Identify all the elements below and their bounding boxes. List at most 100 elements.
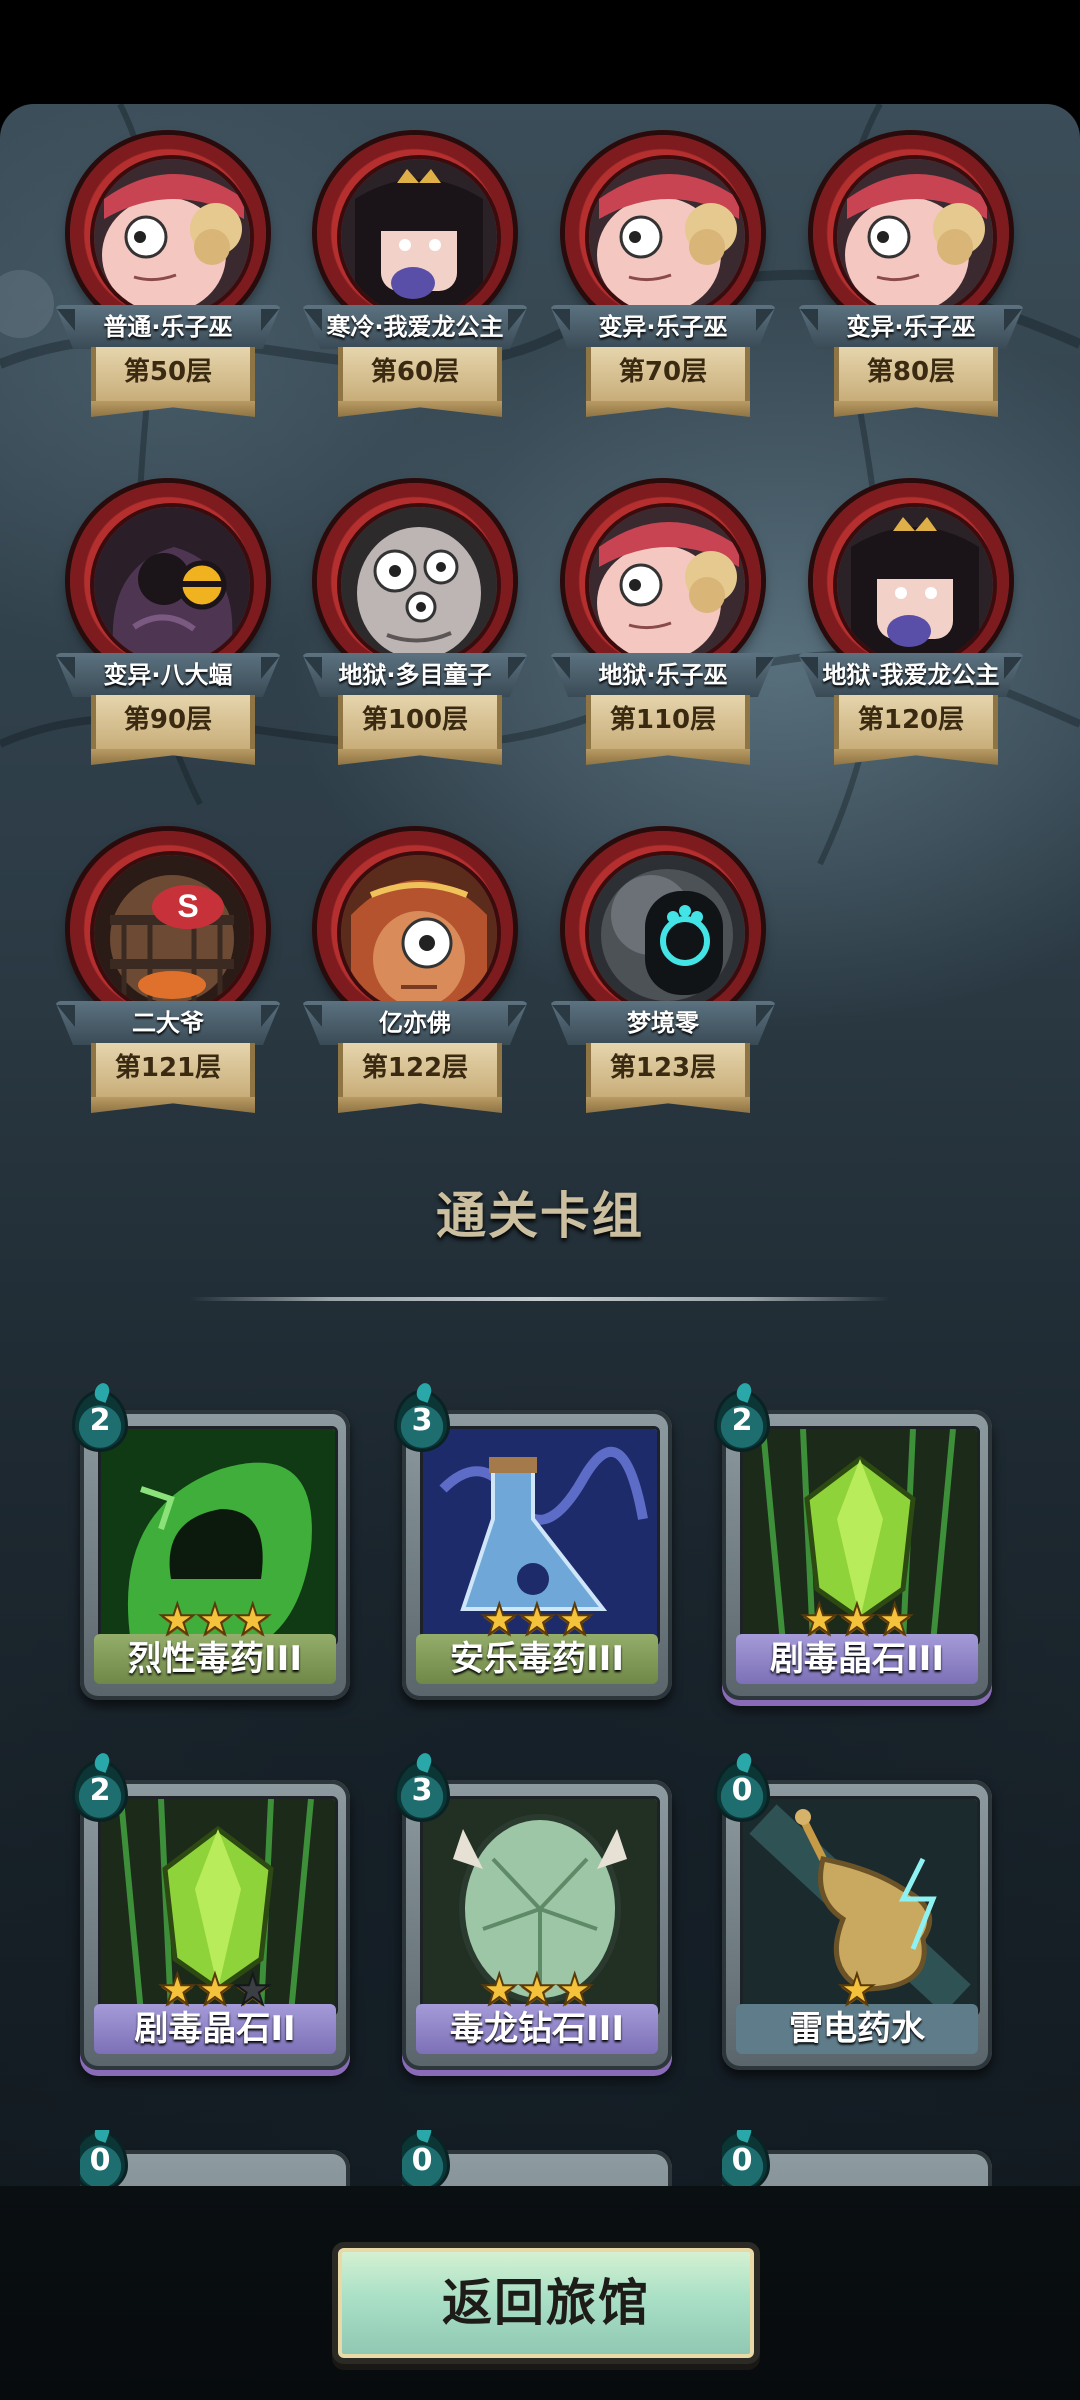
- boss-floor: 第123层: [609, 1053, 717, 1083]
- boss-medallion[interactable]: 地狱·我爱龙公主 第120层: [798, 473, 1028, 783]
- card-cost: 2: [731, 1403, 753, 1438]
- medallion-frame: [555, 125, 771, 341]
- return-to-inn-label: 返回旅馆: [442, 2274, 650, 2332]
- mana-cost-icon: 0: [402, 2130, 450, 2186]
- star-icon: ★: [195, 1965, 235, 2014]
- jester-witch-portrait: [585, 155, 749, 319]
- star-icon: ★: [837, 1595, 877, 1644]
- star-icon: ★: [517, 1595, 557, 1644]
- card-cost: 3: [411, 1403, 433, 1438]
- mana-cost-icon: 2: [72, 1390, 128, 1452]
- mana-cost-icon: 0: [80, 2130, 128, 2186]
- boss-medallion[interactable]: 变异·八大蝠 第90层: [55, 473, 285, 783]
- medallion-frame: [803, 473, 1019, 689]
- boss-name: 变异·八大蝠: [103, 661, 233, 689]
- star-icon: ★: [480, 1965, 520, 2014]
- star-icon: ★: [158, 1965, 198, 2014]
- medallion-frame: [307, 125, 523, 341]
- card-stars: ★★★: [402, 1595, 672, 1644]
- boss-medallion[interactable]: 寒冷·我爱龙公主 第60层: [302, 125, 532, 435]
- card-cost: 0: [411, 2143, 433, 2178]
- medallion-frame: [60, 473, 276, 689]
- star-icon: ★: [480, 1595, 520, 1644]
- deck-card[interactable]: 剧毒晶石II ★★★ 2: [72, 1760, 350, 2080]
- deck-card-partial[interactable]: 0: [80, 2130, 350, 2186]
- boss-floor: 第50层: [123, 357, 213, 387]
- medallion-frame: S: [60, 821, 276, 1037]
- boss-medallion[interactable]: 地狱·多目童子 第100层: [302, 473, 532, 783]
- section-divider: [190, 1297, 890, 1301]
- boss-name: 地狱·乐子巫: [598, 661, 728, 689]
- boss-name: 亿亦佛: [379, 1009, 451, 1037]
- boss-floor: 第122层: [361, 1053, 469, 1083]
- boss-name: 变异·乐子巫: [846, 313, 976, 341]
- boss-name: 变异·乐子巫: [598, 313, 728, 341]
- card-cost: 2: [89, 1403, 111, 1438]
- mana-cost-icon: 0: [714, 1760, 770, 1822]
- return-to-inn-button[interactable]: 返回旅馆: [332, 2242, 760, 2364]
- medallion-frame: [555, 473, 771, 689]
- card-stars: ★: [722, 1965, 992, 2014]
- boss-medallion[interactable]: 变异·乐子巫 第80层: [798, 125, 1028, 435]
- deck-card[interactable]: 雷电药水 ★ 0: [714, 1760, 992, 2080]
- star-icon: ★: [555, 1595, 595, 1644]
- boss-name: 寒冷·我爱龙公主: [326, 313, 504, 341]
- card-cost: 2: [89, 1773, 111, 1808]
- boss-floor: 第90层: [123, 705, 213, 735]
- empty-star-icon: ★: [233, 1965, 273, 2014]
- dream-zero-portrait: [585, 851, 749, 1015]
- boss-medallion[interactable]: 普通·乐子巫 第50层: [55, 125, 285, 435]
- boss-medallion[interactable]: 梦境零 第123层: [550, 821, 780, 1131]
- deck-card[interactable]: 烈性毒药III ★★★ 2: [72, 1390, 350, 1710]
- card-cost: 0: [731, 2143, 753, 2178]
- medallion-frame: [60, 125, 276, 341]
- dragon-princess-portrait: [833, 503, 997, 667]
- boss-medallion[interactable]: 变异·乐子巫 第70层: [550, 125, 780, 435]
- jester-witch-portrait: [833, 155, 997, 319]
- deck-card[interactable]: 毒龙钻石III ★★★ 3: [394, 1760, 672, 2080]
- boss-name: 普通·乐子巫: [103, 313, 233, 341]
- medallion-frame: [803, 125, 1019, 341]
- boss-floor: 第60层: [370, 357, 460, 387]
- star-icon: ★: [875, 1595, 915, 1644]
- deck-card[interactable]: 安乐毒药III ★★★ 3: [394, 1390, 672, 1710]
- boss-floor: 第80层: [866, 357, 956, 387]
- bat-portrait: [90, 503, 254, 667]
- boss-floor: 第120层: [857, 705, 965, 735]
- boss-medallion[interactable]: S 二大爷 第121层: [55, 821, 285, 1131]
- jester-witch-portrait: [90, 155, 254, 319]
- svg-text:S: S: [177, 888, 198, 924]
- boss-floor: 第110层: [609, 705, 717, 735]
- mana-cost-icon: 2: [72, 1760, 128, 1822]
- star-icon: ★: [517, 1965, 557, 2014]
- star-icon: ★: [837, 1965, 877, 2014]
- boss-medallion[interactable]: 地狱·乐子巫 第110层: [550, 473, 780, 783]
- jester-witch-portrait: [585, 503, 749, 667]
- mana-cost-icon: 2: [714, 1390, 770, 1452]
- boss-name: 二大爷: [132, 1009, 204, 1037]
- dragon-princess-portrait: [337, 155, 501, 319]
- star-icon: ★: [800, 1595, 840, 1644]
- boss-medallion[interactable]: 亿亦佛 第122层: [302, 821, 532, 1131]
- boss-name: 地狱·多目童子: [338, 661, 492, 689]
- card-stars: ★★★: [80, 1595, 350, 1644]
- deck-card[interactable]: 剧毒晶石III ★★★ 2: [714, 1390, 992, 1710]
- card-stars: ★★★: [80, 1965, 350, 2014]
- card-cost: 3: [411, 1773, 433, 1808]
- card-cost: 0: [731, 1773, 753, 1808]
- medallion-frame: [307, 473, 523, 689]
- deck-card-partial[interactable]: 0: [402, 2130, 672, 2186]
- card-stars: ★★★: [722, 1595, 992, 1644]
- boss-name: 地狱·我爱龙公主: [822, 661, 1000, 689]
- star-icon: ★: [158, 1595, 198, 1644]
- medallion-frame: [307, 821, 523, 1037]
- barrel-portrait: S: [90, 851, 254, 1015]
- card-stars: ★★★: [402, 1965, 672, 2014]
- many-eyed-child-portrait: [337, 503, 501, 667]
- deck-card-partial[interactable]: 0: [722, 2130, 992, 2186]
- mana-cost-icon: 3: [394, 1760, 450, 1822]
- boss-floor: 第100层: [361, 705, 469, 735]
- mana-cost-icon: 3: [394, 1390, 450, 1452]
- section-title: 通关卡组: [436, 1187, 644, 1245]
- star-icon: ★: [195, 1595, 235, 1644]
